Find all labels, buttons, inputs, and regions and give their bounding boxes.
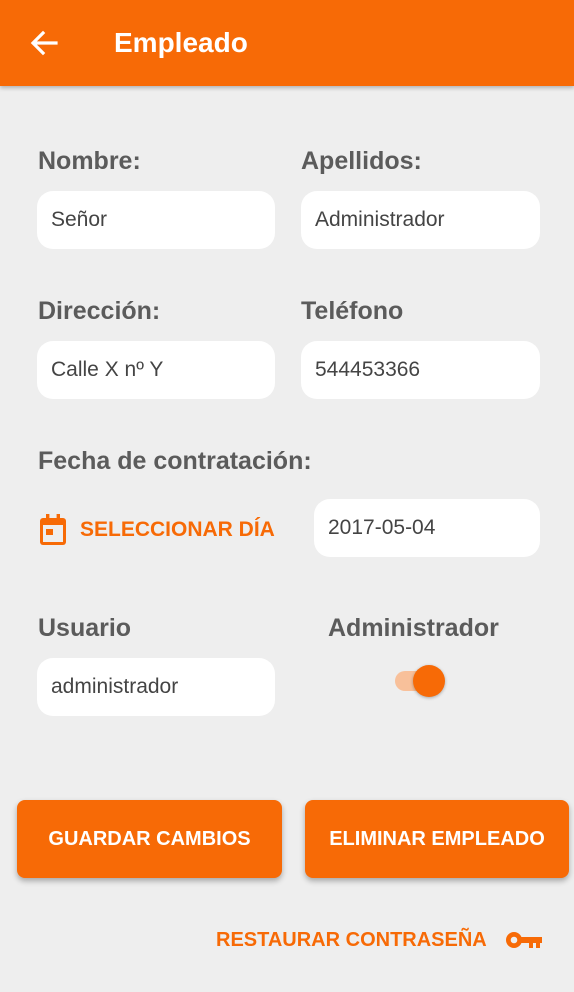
delete-employee-button[interactable]: ELIMINAR EMPLEADO xyxy=(305,800,569,878)
restore-password-button[interactable]: RESTAURAR CONTRASEÑA xyxy=(216,922,545,958)
fecha-label: Fecha de contratación: xyxy=(38,447,312,475)
arrow-left-icon xyxy=(30,30,58,56)
delete-employee-label: ELIMINAR EMPLEADO xyxy=(329,827,545,850)
fecha-field[interactable]: 2017-05-04 xyxy=(314,499,540,557)
usuario-label: Usuario xyxy=(38,614,132,642)
apellidos-label: Apellidos: xyxy=(301,147,422,175)
telefono-field[interactable]: 544453366 xyxy=(301,341,540,399)
usuario-value: administrador xyxy=(51,675,179,698)
administrador-label: Administrador xyxy=(328,614,499,642)
telefono-value: 544453366 xyxy=(315,358,421,381)
nombre-label: Nombre: xyxy=(38,147,141,175)
apellidos-value: Administrador xyxy=(315,208,445,231)
telefono-label: Teléfono xyxy=(301,297,404,325)
restore-password-label: RESTAURAR CONTRASEÑA xyxy=(216,928,487,951)
save-changes-label: GUARDAR CAMBIOS xyxy=(48,827,251,850)
back-button[interactable] xyxy=(26,27,62,59)
administrador-switch[interactable] xyxy=(395,664,447,698)
direccion-value: Calle X nº Y xyxy=(51,358,164,381)
switch-thumb xyxy=(413,665,445,697)
select-day-label: SELECCIONAR DÍA xyxy=(80,518,275,541)
app-bar: Empleado xyxy=(0,0,574,86)
save-changes-button[interactable]: GUARDAR CAMBIOS xyxy=(17,800,282,878)
calendar-icon xyxy=(38,513,70,547)
nombre-value: Señor xyxy=(51,208,108,231)
select-day-button[interactable]: SELECCIONAR DÍA xyxy=(38,510,275,550)
usuario-field[interactable]: administrador xyxy=(37,658,275,716)
direccion-field[interactable]: Calle X nº Y xyxy=(37,341,275,399)
apellidos-field[interactable]: Administrador xyxy=(301,191,540,249)
page-title: Empleado xyxy=(114,27,248,58)
nombre-field[interactable]: Señor xyxy=(37,191,275,249)
fecha-value: 2017-05-04 xyxy=(328,516,436,539)
direccion-label: Dirección: xyxy=(38,297,161,325)
key-icon xyxy=(505,930,545,950)
